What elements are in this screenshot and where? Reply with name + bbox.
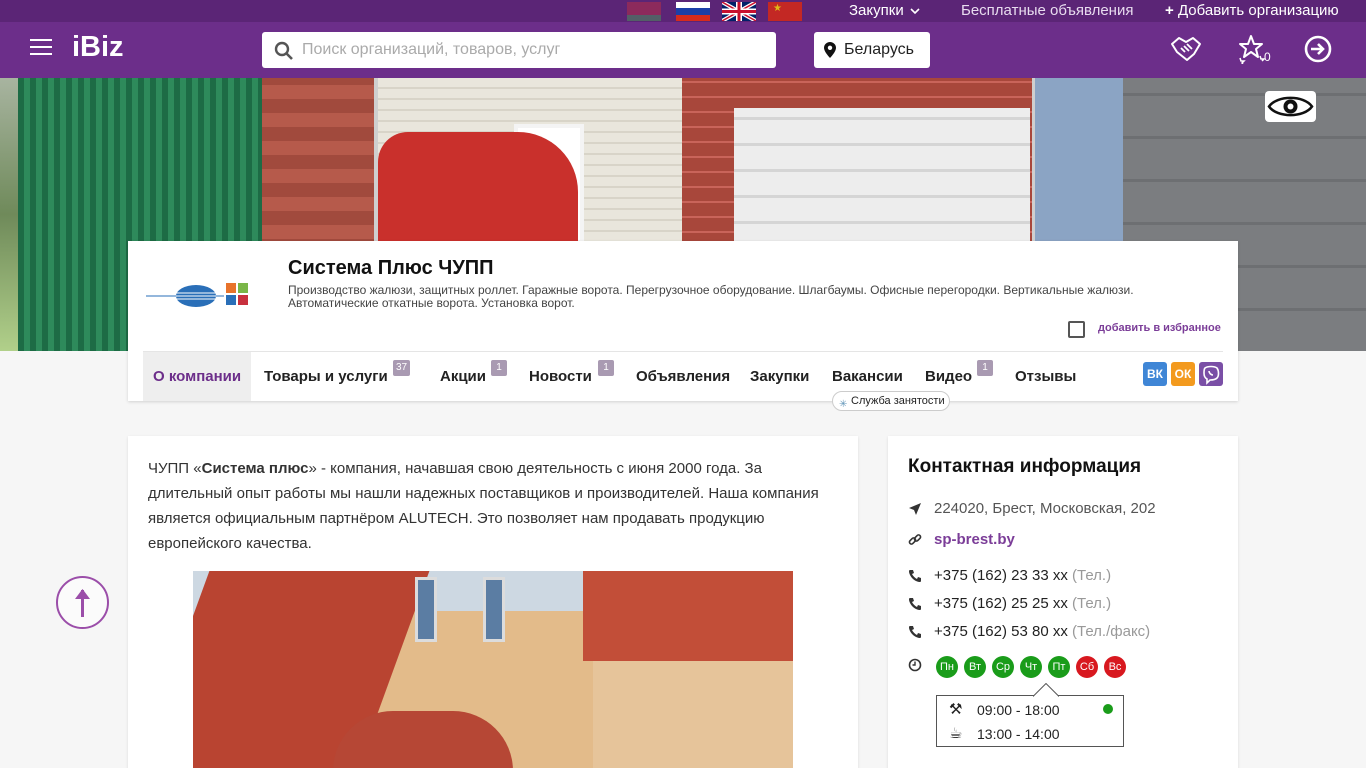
vk-share-icon[interactable]: ВК <box>1143 362 1167 386</box>
phone-icon <box>909 626 921 638</box>
about-text: ЧУПП «Система плюс» - компания, начавшая… <box>148 456 838 556</box>
company-logo <box>146 281 252 311</box>
tab-ads[interactable]: Объявления <box>636 352 730 401</box>
tab-label: Объявления <box>636 368 731 385</box>
tab-badge: 1 <box>598 360 614 376</box>
company-name: Система Плюс ЧУПП <box>288 257 494 279</box>
coffee-icon: ☕ <box>949 725 963 742</box>
tab-label: Закупки <box>750 368 810 385</box>
search-input[interactable] <box>302 32 762 68</box>
phone-number: +375 (162) 53 80 xx <box>934 623 1068 640</box>
phone-type: (Тел.) <box>1072 595 1112 612</box>
day-badge-fri[interactable]: Пт <box>1048 656 1070 678</box>
scroll-up-button[interactable] <box>56 576 109 629</box>
procurement-menu[interactable]: Закупки <box>849 2 920 19</box>
phone-icon <box>909 598 921 610</box>
location-pin-icon <box>824 42 836 58</box>
about-section: ЧУПП «Система плюс» - компания, начавшая… <box>128 436 858 768</box>
add-organization-label: Добавить организацию <box>1177 2 1339 19</box>
tab-label: Отзывы <box>1015 368 1077 385</box>
phone-type: (Тел./факс) <box>1072 623 1151 640</box>
vacancy-tooltip-label: Служба занятости <box>851 395 945 407</box>
tab-badge: 1 <box>977 360 993 376</box>
work-hours: 09:00 - 18:00 <box>977 702 1060 718</box>
search-box[interactable] <box>262 32 776 68</box>
working-hours-box: ⚒ 09:00 - 18:00 ☕ 13:00 - 14:00 <box>936 683 1124 747</box>
tab-badge: 37 <box>393 360 411 376</box>
day-badge-sun[interactable]: Вс <box>1104 656 1126 678</box>
day-badge-thu[interactable]: Чт <box>1020 656 1042 678</box>
flag-belarus-icon[interactable] <box>627 2 661 21</box>
navigation-arrow-icon <box>909 503 921 515</box>
phone-icon <box>909 570 921 582</box>
add-organization-link[interactable]: + Добавить организацию <box>1165 2 1339 19</box>
clock-icon <box>908 658 922 672</box>
tab-products[interactable]: Товары и услуги <box>264 352 388 401</box>
handshake-icon[interactable] <box>1170 34 1202 64</box>
phone-number-link[interactable]: +375 (162) 25 25 xx (Тел.) <box>934 595 1111 612</box>
company-card: Система Плюс ЧУПП Производство жалюзи, з… <box>128 241 1238 401</box>
tab-label: Акции <box>440 368 487 385</box>
open-now-indicator <box>1103 704 1113 714</box>
tab-label: Новости <box>529 368 592 385</box>
tab-label: Товары и услуги <box>264 368 388 385</box>
phone-number-link[interactable]: +375 (162) 53 80 xx (Тел./факс) <box>934 623 1150 640</box>
chevron-down-icon <box>910 8 920 15</box>
link-icon <box>908 534 922 545</box>
tab-label: Вакансии <box>832 368 903 385</box>
search-icon <box>274 41 293 60</box>
flag-china-icon[interactable]: ★ <box>768 2 802 21</box>
plus-icon: + <box>1165 2 1174 19</box>
ok-share-icon[interactable]: ОК <box>1171 362 1195 386</box>
about-company-name: Система плюс <box>201 460 309 477</box>
tab-about[interactable]: О компании <box>143 352 252 401</box>
eye-icon[interactable] <box>1265 91 1316 122</box>
company-tabs: О компании Товары и услуги 37 Акции 1 Но… <box>143 351 1223 401</box>
menu-burger-icon[interactable] <box>30 39 52 57</box>
free-ads-link[interactable]: Бесплатные объявления <box>961 2 1133 19</box>
website-link[interactable]: sp-brest.by <box>934 531 1015 548</box>
day-badge-sat[interactable]: Сб <box>1076 656 1098 678</box>
site-logo[interactable]: iBiz <box>72 31 124 64</box>
phone-number-link[interactable]: +375 (162) 23 33 xx (Тел.) <box>934 567 1111 584</box>
tab-procurement[interactable]: Закупки <box>750 352 809 401</box>
vacancy-tooltip[interactable]: ✳ Служба занятости <box>832 391 950 411</box>
company-description: Производство жалюзи, защитных роллет. Га… <box>288 283 1134 310</box>
main-header: iBiz Беларусь 0 <box>0 22 1366 78</box>
tab-reviews[interactable]: Отзывы <box>1015 352 1076 401</box>
add-favorite-checkbox[interactable] <box>1068 321 1085 338</box>
house-photo <box>193 571 793 768</box>
tab-promotions[interactable]: Акции <box>440 352 486 401</box>
tab-badge: 1 <box>491 360 507 376</box>
region-selector[interactable]: Беларусь <box>814 32 930 68</box>
login-icon[interactable] <box>1303 34 1333 64</box>
sparkle-icon: ✳ <box>839 399 848 410</box>
day-badge-tue[interactable]: Вт <box>964 656 986 678</box>
contact-title: Контактная информация <box>908 456 1142 477</box>
region-label: Беларусь <box>844 41 914 58</box>
viber-share-icon[interactable] <box>1199 362 1223 386</box>
address-text: 224020, Брест, Московская, 202 <box>934 500 1156 517</box>
phone-number: +375 (162) 23 33 xx <box>934 567 1068 584</box>
top-strip: ★ Закупки Бесплатные объявления + Добави… <box>0 0 1366 22</box>
arrow-up-icon <box>75 589 90 617</box>
favorites-count: 0 <box>1264 50 1271 64</box>
phone-type: (Тел.) <box>1072 567 1112 584</box>
favorites-stars-icon[interactable] <box>1236 34 1266 64</box>
flag-uk-icon[interactable] <box>722 2 756 21</box>
flag-russia-icon[interactable] <box>676 2 710 21</box>
tab-news[interactable]: Новости <box>529 352 592 401</box>
add-favorite-label[interactable]: добавить в избранное <box>1098 322 1221 334</box>
lunch-hours: 13:00 - 14:00 <box>977 726 1060 742</box>
tab-label: О компании <box>153 368 242 385</box>
procurement-menu-label: Закупки <box>849 2 904 19</box>
day-badge-mon[interactable]: Пн <box>936 656 958 678</box>
day-badge-wed[interactable]: Ср <box>992 656 1014 678</box>
tools-icon: ⚒ <box>949 701 963 718</box>
pointer-arrow <box>1033 683 1059 697</box>
phone-number: +375 (162) 25 25 xx <box>934 595 1068 612</box>
contact-panel: Контактная информация 224020, Брест, Мос… <box>888 436 1238 768</box>
tab-label: Видео <box>925 368 973 385</box>
about-prefix: ЧУПП « <box>148 460 202 477</box>
